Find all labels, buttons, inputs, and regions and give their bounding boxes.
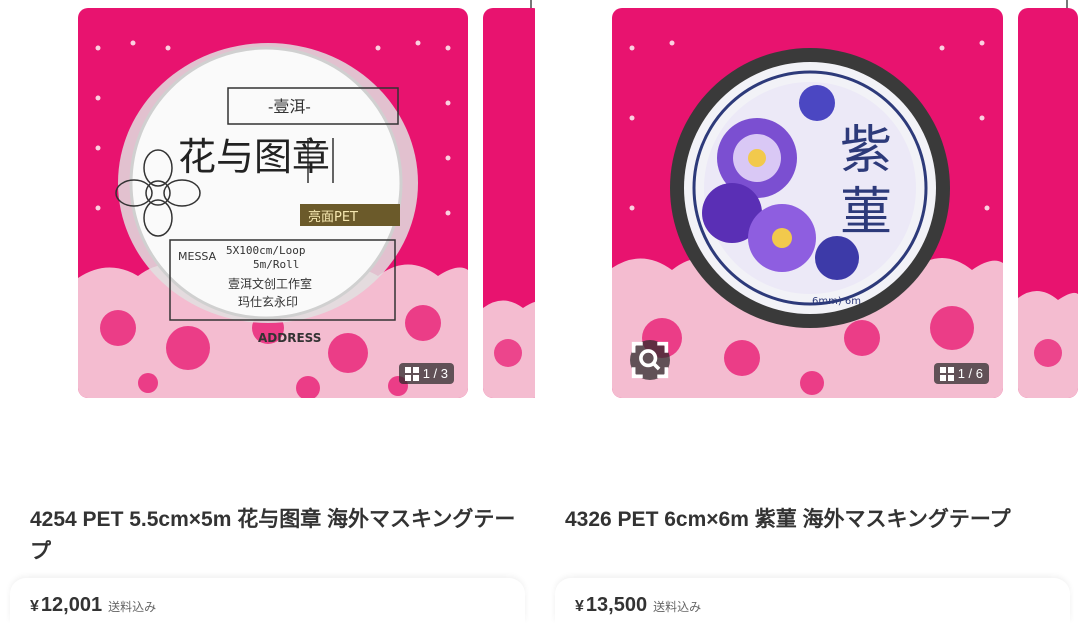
product-card-1[interactable]: -壹洱- 花与图章 亮面PET 5X100cm/Loop 5m/Roll MES… — [0, 0, 535, 623]
price: ¥13,500 送料込み — [575, 594, 701, 617]
page-indicator: 1 / 6 — [957, 366, 983, 381]
image-count-badge: 1 / 3 — [398, 363, 454, 384]
gallery-grid-icon — [404, 366, 419, 381]
svg-text:紫: 紫 — [840, 121, 892, 181]
svg-text:菫: 菫 — [840, 183, 892, 243]
svg-text:亮面PET: 亮面PET — [308, 209, 358, 225]
next-photo — [483, 8, 535, 398]
svg-text:壹洱文创工作室: 壹洱文创工作室 — [228, 276, 312, 291]
tape-photo: 紫 菫 6mm) 6m — [612, 8, 1003, 398]
shipping-label: 送料込み — [108, 600, 157, 614]
svg-text:MESSA: MESSA — [178, 250, 217, 263]
svg-text:花与图章: 花与图章 — [178, 135, 330, 179]
image-search-button[interactable] — [630, 340, 670, 380]
price-row: ¥12,001 送料込み — [10, 578, 525, 623]
next-image-preview[interactable] — [483, 8, 535, 398]
tape-photo: -壹洱- 花与图章 亮面PET 5X100cm/Loop 5m/Roll MES… — [78, 8, 468, 398]
product-image[interactable]: -壹洱- 花与图章 亮面PET 5X100cm/Loop 5m/Roll MES… — [78, 8, 468, 398]
image-carousel[interactable]: -壹洱- 花与图章 亮面PET 5X100cm/Loop 5m/Roll MES… — [0, 0, 535, 400]
price-row: ¥13,500 送料込み — [555, 578, 1070, 623]
gallery-grid-icon — [939, 366, 954, 381]
svg-text:5X100cm/Loop: 5X100cm/Loop — [226, 244, 305, 257]
image-carousel[interactable]: 紫 菫 6mm) 6m 1 / 6 — [545, 0, 1080, 400]
divider — [1066, 0, 1068, 8]
scan-search-icon — [631, 341, 669, 379]
price: ¥12,001 送料込み — [30, 594, 156, 617]
product-image[interactable]: 紫 菫 6mm) 6m 1 / 6 — [612, 8, 1003, 398]
currency-symbol: ¥ — [30, 598, 39, 615]
shipping-label: 送料込み — [653, 600, 702, 614]
divider — [530, 0, 532, 8]
svg-text:-壹洱-: -壹洱- — [268, 97, 311, 116]
product-title[interactable]: 4254 PET 5.5cm×5m 花与图章 海外マスキングテープ — [30, 504, 520, 568]
page-indicator: 1 / 3 — [422, 366, 448, 381]
svg-text:5m/Roll: 5m/Roll — [253, 258, 299, 271]
price-value: 12,001 — [40, 594, 103, 616]
currency-symbol: ¥ — [575, 598, 584, 615]
next-image-preview[interactable] — [1018, 8, 1078, 398]
price-value: 13,500 — [585, 594, 648, 616]
svg-text:玛仕玄永印: 玛仕玄永印 — [238, 294, 298, 309]
product-card-2[interactable]: 紫 菫 6mm) 6m 1 / 6 4326 PET 6cm×6m 紫菫 海外マ… — [545, 0, 1080, 623]
product-title[interactable]: 4326 PET 6cm×6m 紫菫 海外マスキングテープ — [565, 504, 1065, 536]
svg-text:6mm) 6m: 6mm) 6m — [812, 296, 861, 307]
next-photo — [1018, 8, 1078, 398]
svg-text:ADDRESS: ADDRESS — [258, 331, 321, 345]
image-count-badge: 1 / 6 — [933, 363, 989, 384]
